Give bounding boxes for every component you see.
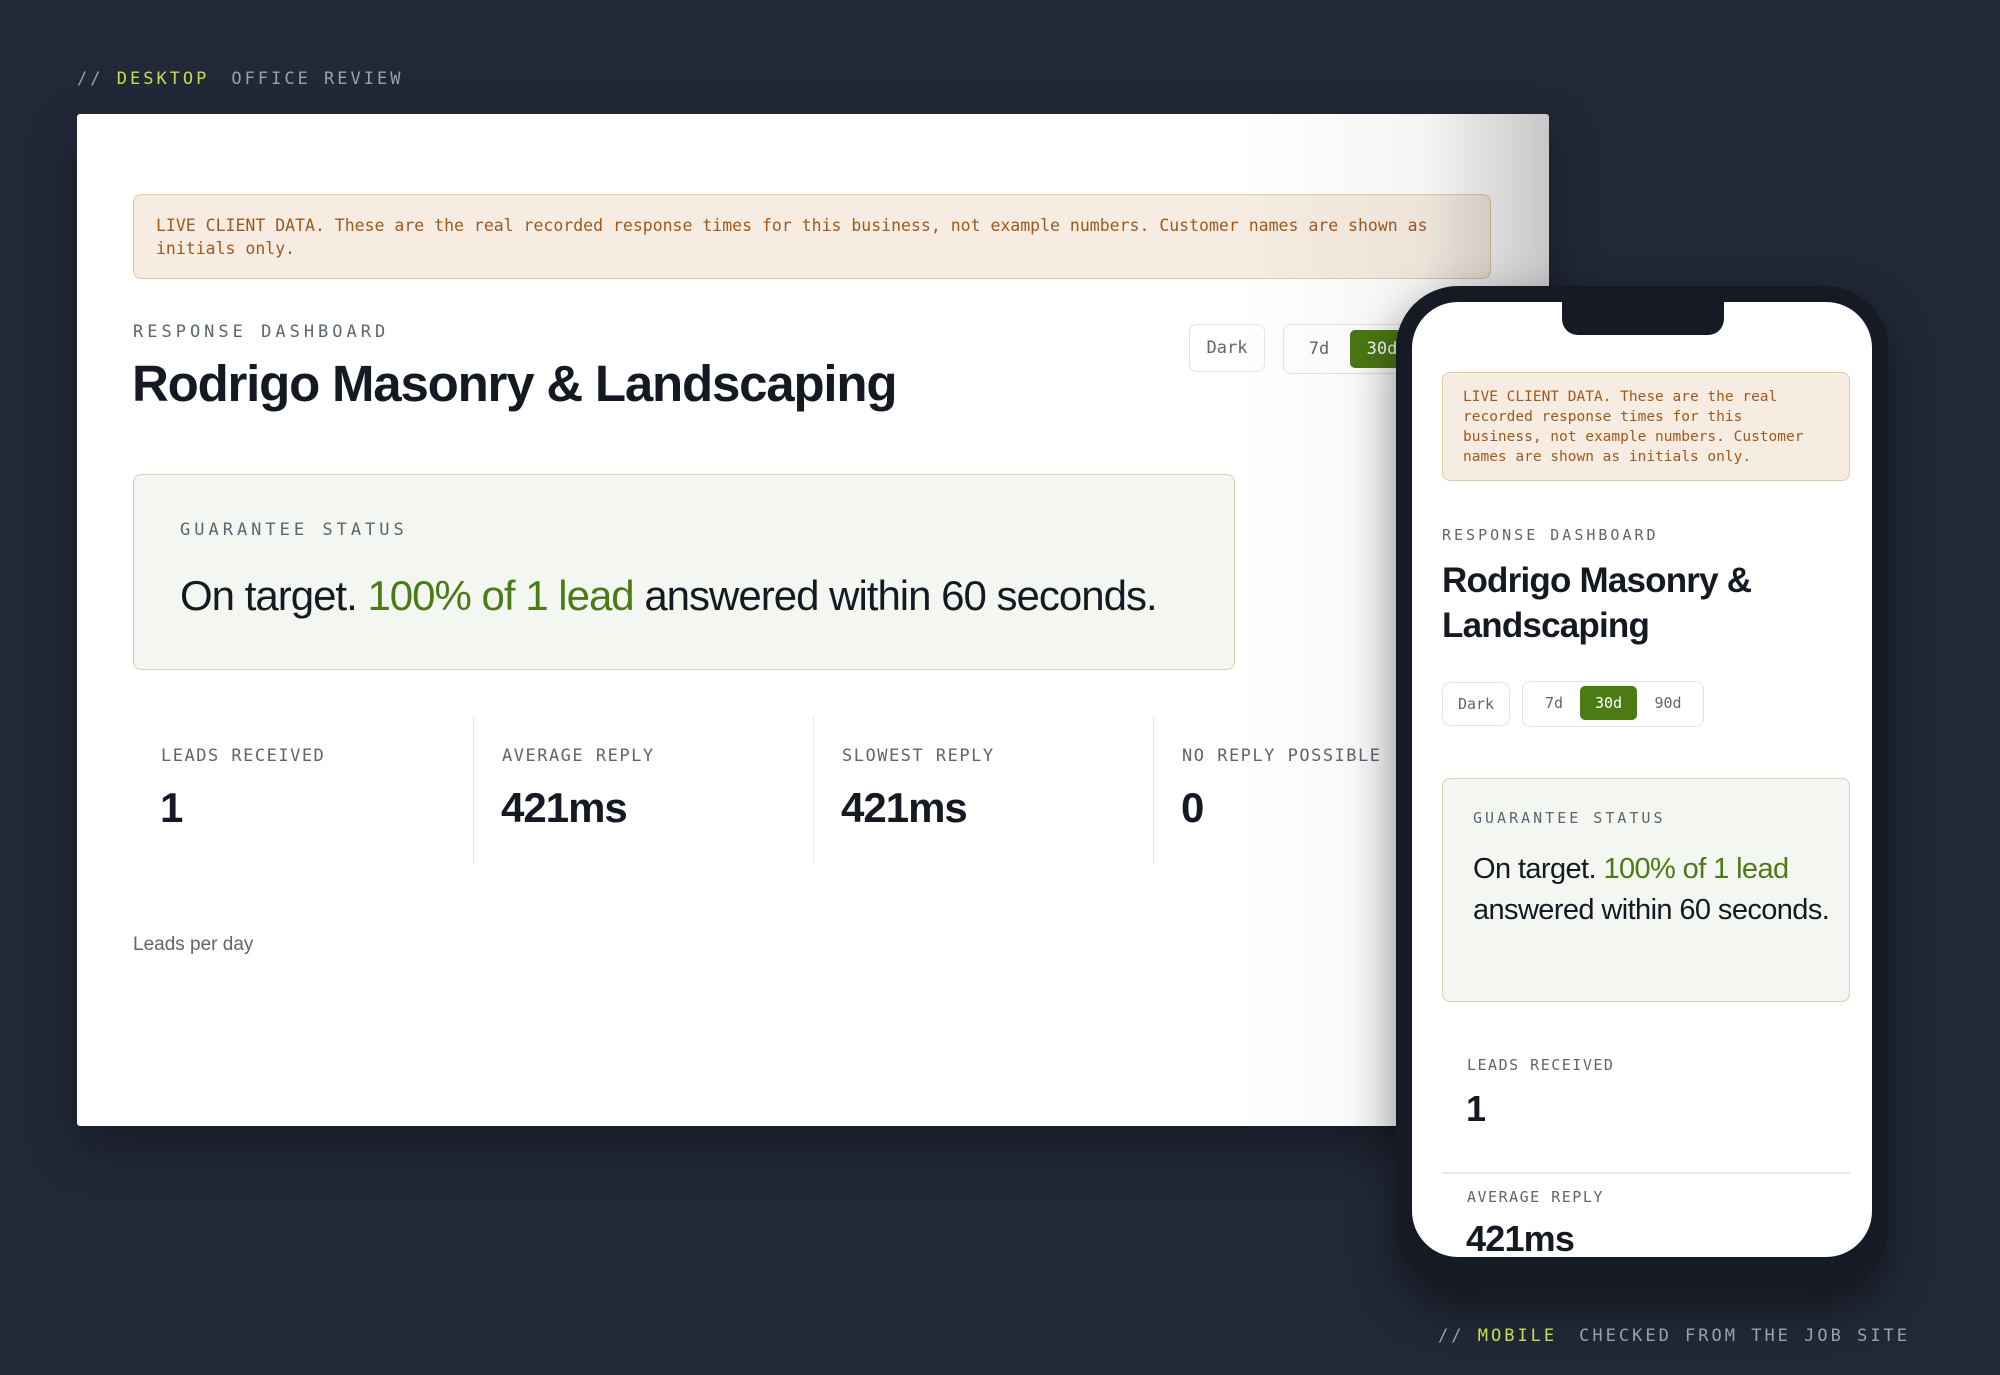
stat-value: 421ms: [1466, 1218, 1575, 1257]
stat-value: 421ms: [501, 784, 628, 831]
leads-per-day-label: Leads per day: [133, 934, 254, 955]
live-data-notice: LIVE CLIENT DATA. These are the real rec…: [1442, 372, 1850, 481]
page-title: Rodrigo Masonry & Landscaping: [132, 355, 897, 412]
stat-average-reply: AVERAGE REPLY 421ms: [1442, 1188, 1850, 1257]
dashboard-kicker: RESPONSE DASHBOARD: [1442, 526, 1659, 544]
stat-label: NO REPLY POSSIBLE: [1182, 746, 1382, 766]
stat-label: LEADS RECEIVED: [161, 746, 326, 766]
range-selector: 7d 30d 90d: [1522, 681, 1704, 727]
guarantee-highlight: 100% of 1 lead: [1603, 853, 1789, 885]
mobile-device: LIVE CLIENT DATA. These are the real rec…: [1396, 286, 1888, 1290]
caption-context: CHECKED FROM THE JOB SITE: [1579, 1326, 1911, 1346]
guarantee-status-card: GUARANTEE STATUS On target. 100% of 1 le…: [1442, 778, 1850, 1002]
caption-slash: //: [77, 69, 104, 89]
stat-leads-received: LEADS RECEIVED 1: [133, 716, 473, 864]
stat-average-reply: AVERAGE REPLY 421ms: [473, 716, 814, 864]
stat-value: 1: [160, 784, 183, 831]
page-title: Rodrigo Masonry & Landscaping: [1442, 561, 1752, 645]
desktop-caption: // DESKTOP OFFICE REVIEW: [77, 69, 403, 89]
mobile-caption: // MOBILE CHECKED FROM THE JOB SITE: [1438, 1326, 1910, 1346]
stat-slowest-reply: SLOWEST REPLY 421ms: [813, 716, 1154, 864]
range-30d-button[interactable]: 30d: [1580, 686, 1637, 720]
phone-notch: [1562, 302, 1724, 335]
stat-value: 0: [1181, 784, 1204, 831]
live-data-notice: LIVE CLIENT DATA. These are the real rec…: [133, 194, 1491, 279]
guarantee-status-card: GUARANTEE STATUS On target. 100% of 1 le…: [133, 474, 1235, 670]
stat-value: 421ms: [841, 784, 968, 831]
caption-slash: //: [1438, 1326, 1465, 1346]
range-7d-button[interactable]: 7d: [1290, 330, 1348, 368]
range-7d-button[interactable]: 7d: [1529, 686, 1579, 720]
stat-label: SLOWEST REPLY: [842, 746, 995, 766]
guarantee-kicker: GUARANTEE STATUS: [1473, 809, 1666, 827]
caption-device: DESKTOP: [116, 69, 210, 89]
guarantee-statement: On target. 100% of 1 lead answered withi…: [180, 572, 1158, 620]
guarantee-lead: On target.: [1473, 853, 1597, 885]
dashboard-kicker: RESPONSE DASHBOARD: [133, 322, 390, 342]
dark-mode-button[interactable]: Dark: [1442, 682, 1510, 726]
stat-label: AVERAGE REPLY: [1467, 1188, 1604, 1206]
range-90d-button[interactable]: 90d: [1641, 686, 1695, 720]
guarantee-kicker: GUARANTEE STATUS: [180, 520, 408, 540]
desktop-window: LIVE CLIENT DATA. These are the real rec…: [77, 114, 1549, 1126]
caption-device: MOBILE: [1477, 1326, 1558, 1346]
guarantee-lead: On target.: [180, 572, 358, 619]
caption-context: OFFICE REVIEW: [231, 69, 404, 89]
guarantee-statement: On target. 100% of 1 lead answered withi…: [1473, 849, 1833, 931]
guarantee-tail: answered within 60 seconds.: [1473, 894, 1830, 926]
mobile-screen[interactable]: LIVE CLIENT DATA. These are the real rec…: [1412, 302, 1872, 1257]
stat-label: LEADS RECEIVED: [1467, 1056, 1615, 1074]
stat-value: 1: [1466, 1088, 1486, 1129]
stat-divider: [1442, 1172, 1850, 1174]
dark-mode-button[interactable]: Dark: [1189, 324, 1265, 372]
guarantee-tail: answered within 60 seconds.: [644, 572, 1157, 619]
guarantee-highlight: 100% of 1 lead: [367, 572, 634, 619]
stat-label: AVERAGE REPLY: [502, 746, 655, 766]
stat-leads-received: LEADS RECEIVED 1: [1442, 1056, 1850, 1166]
